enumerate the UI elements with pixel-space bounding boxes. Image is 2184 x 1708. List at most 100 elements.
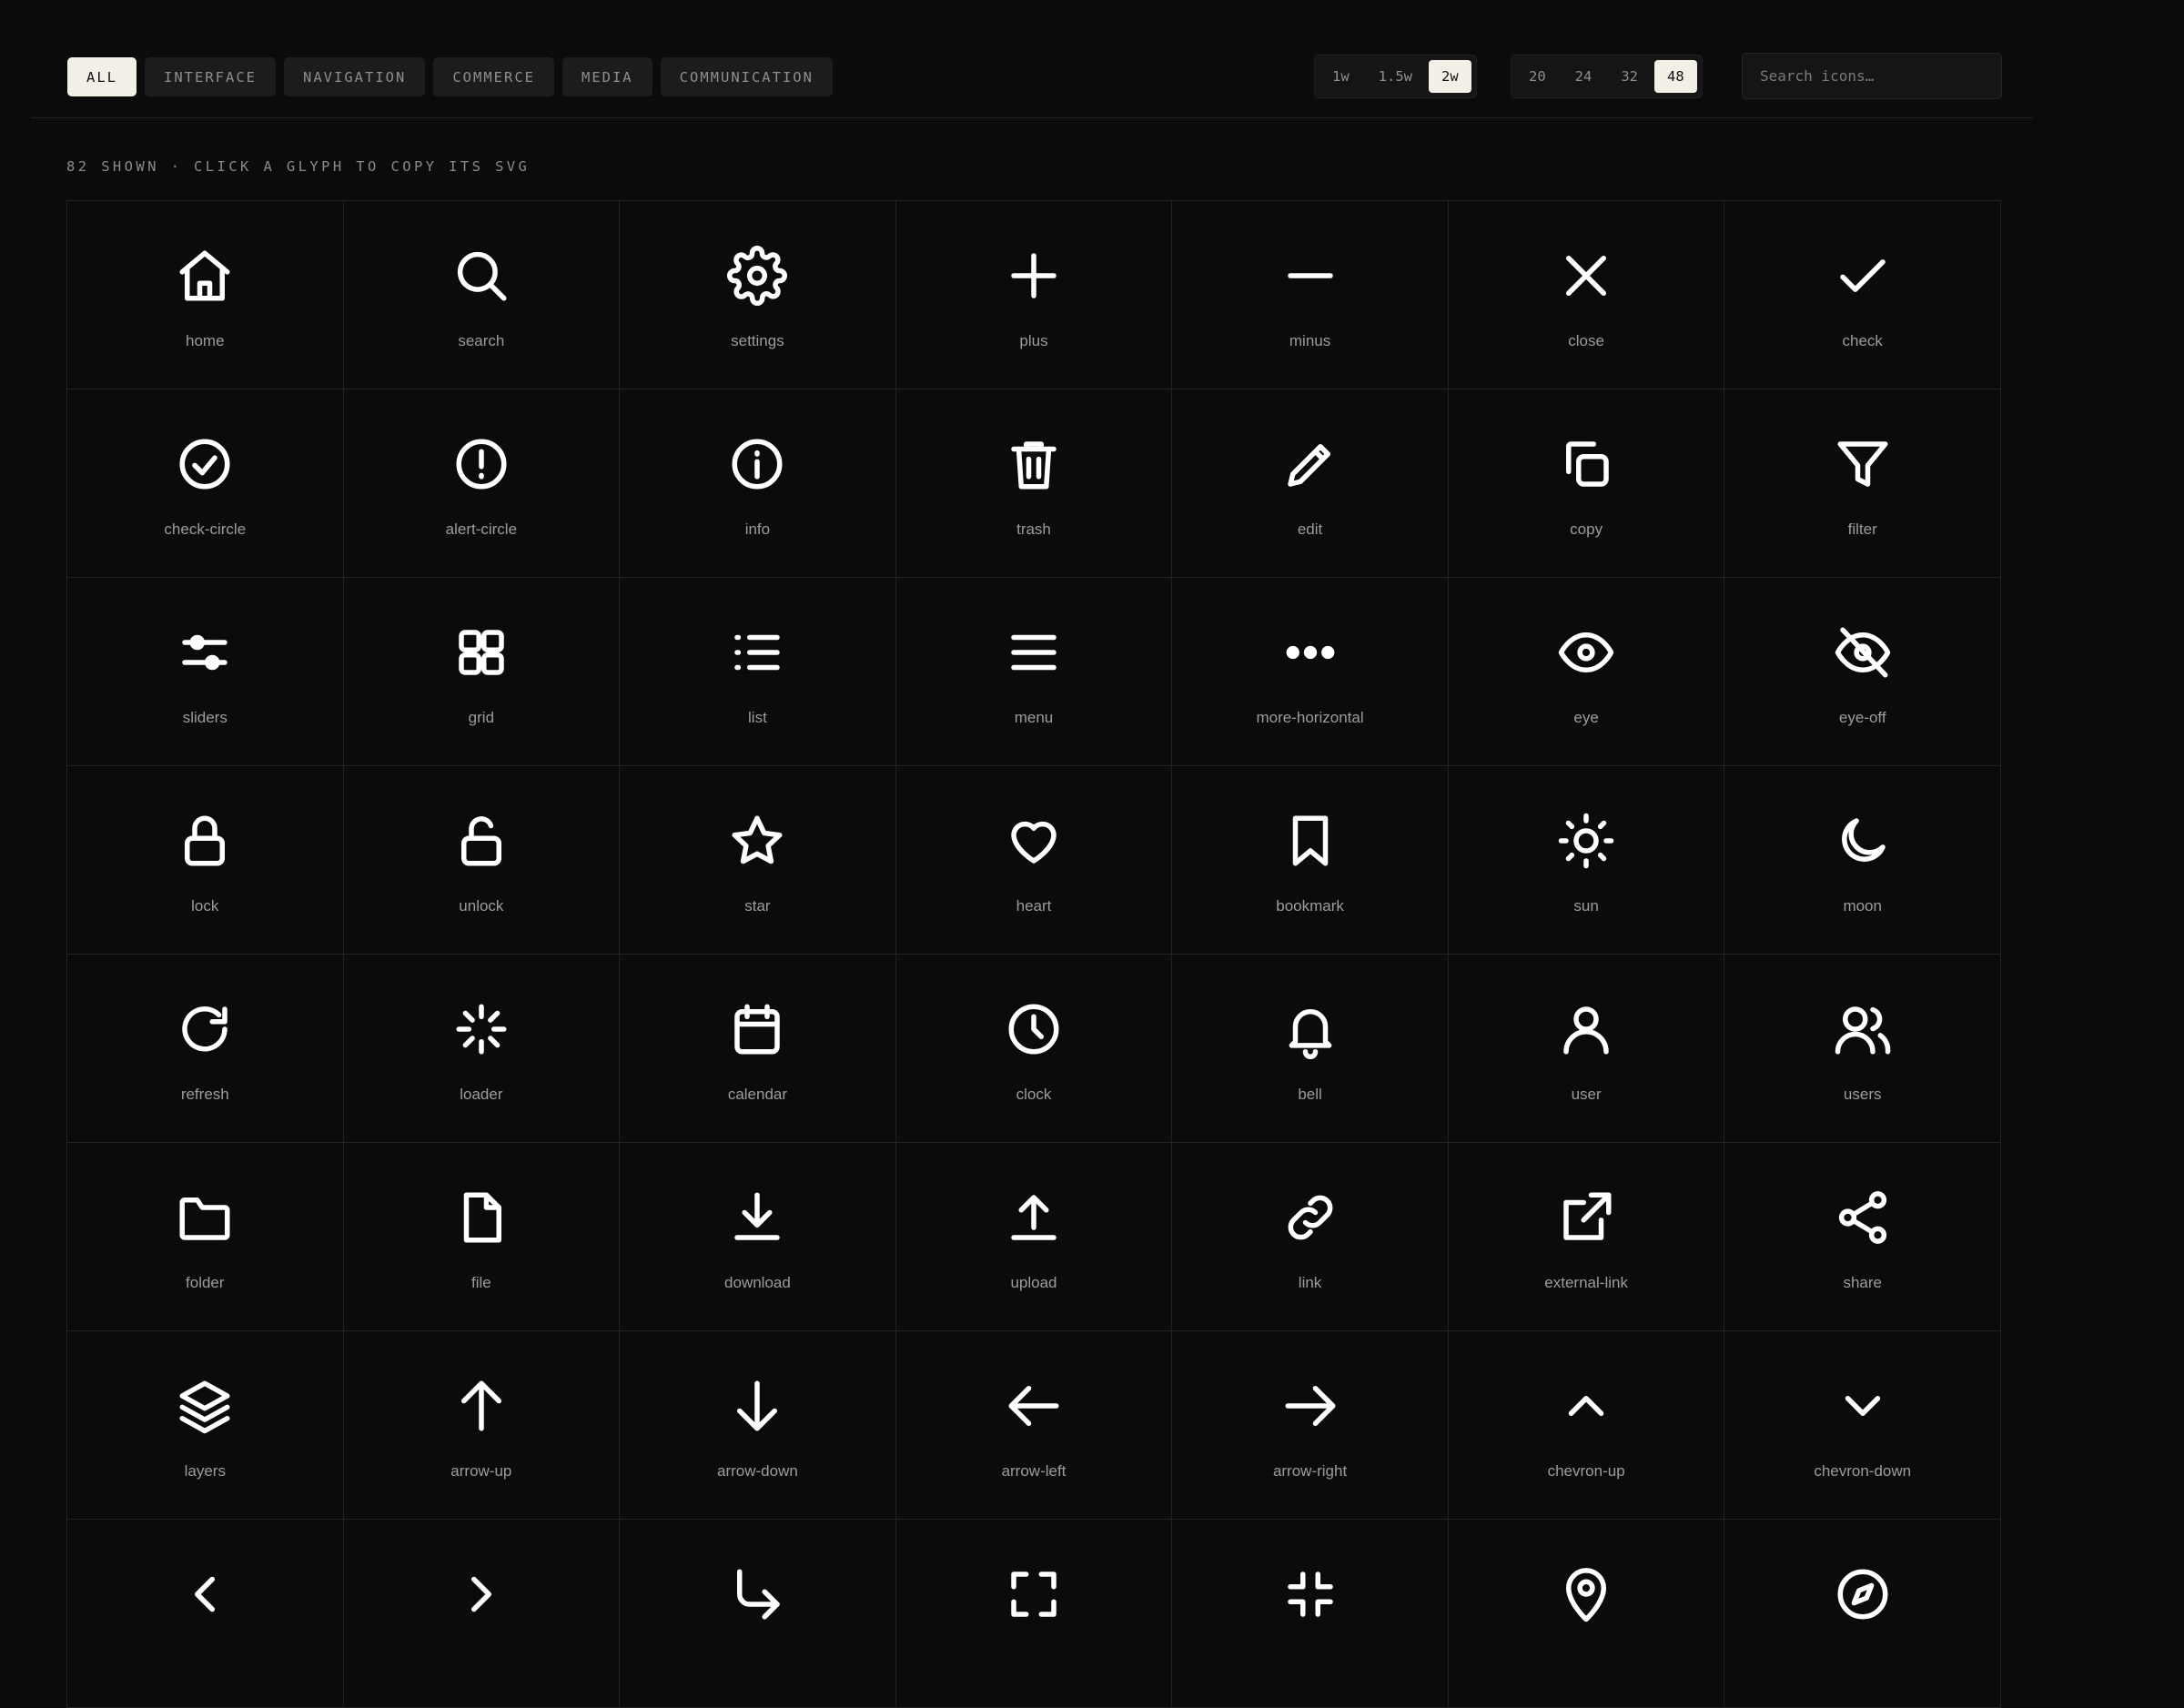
icon-tile-arrow-right[interactable]: arrow-right xyxy=(1172,1331,1449,1520)
icon-tile-sliders[interactable]: sliders xyxy=(67,578,344,766)
category-tab-navigation[interactable]: NAVIGATION xyxy=(284,57,426,96)
size-option-48[interactable]: 48 xyxy=(1654,60,1697,93)
icon-tile-eye-off[interactable]: eye-off xyxy=(1724,578,2001,766)
icon-tile-calendar[interactable]: calendar xyxy=(620,955,896,1143)
weight-option-2w[interactable]: 2w xyxy=(1429,60,1471,93)
icon-tile-edit[interactable]: edit xyxy=(1172,389,1449,578)
icon-tile-check-circle[interactable]: check-circle xyxy=(67,389,344,578)
icon-tile-share[interactable]: share xyxy=(1724,1143,2001,1331)
icon-label: file xyxy=(470,1274,491,1291)
icon-tile-alert-circle[interactable]: alert-circle xyxy=(343,389,621,578)
minimize-icon xyxy=(1287,1572,1333,1617)
category-tab-media[interactable]: MEDIA xyxy=(561,57,652,96)
icon-tile-layers[interactable]: layers xyxy=(67,1331,344,1520)
icon-label: settings xyxy=(731,332,784,349)
icon-tile-upload[interactable]: upload xyxy=(895,1143,1173,1331)
category-tab-commerce[interactable]: COMMERCE xyxy=(433,57,554,96)
icon-tile-eye[interactable]: eye xyxy=(1448,578,1725,766)
icon-tile-clock[interactable]: clock xyxy=(895,955,1173,1143)
icon-tile-home[interactable]: home xyxy=(67,201,344,389)
size-option-20[interactable]: 20 xyxy=(1516,60,1559,93)
icon-tile-chevron-left[interactable] xyxy=(67,1520,344,1708)
icon-tile-more-horizontal[interactable]: more-horizontal xyxy=(1172,578,1449,766)
category-tab-communication[interactable]: COMMUNICATION xyxy=(660,57,833,96)
icon-tile-unlock[interactable]: unlock xyxy=(343,766,621,955)
icon-tile-download[interactable]: download xyxy=(620,1143,896,1331)
size-option-32[interactable]: 32 xyxy=(1608,60,1651,93)
icon-label: moon xyxy=(1843,897,1882,915)
icon-label: layers xyxy=(184,1462,226,1480)
icon-label: eye-off xyxy=(1838,709,1886,726)
icon-label: arrow-down xyxy=(717,1462,798,1480)
icon-tile-trash[interactable]: trash xyxy=(895,389,1173,578)
icon-tile-corner-down-right[interactable] xyxy=(620,1520,896,1708)
icon-tile-menu[interactable]: menu xyxy=(895,578,1173,766)
icon-tile-chevron-down[interactable]: chevron-down xyxy=(1724,1331,2001,1520)
icon-tile-compass[interactable] xyxy=(1724,1520,2001,1708)
icon-tile-plus[interactable]: plus xyxy=(895,201,1173,389)
icon-tile-file[interactable]: file xyxy=(343,1143,621,1331)
size-option-24[interactable]: 24 xyxy=(1562,60,1605,93)
icon-label: filter xyxy=(1847,520,1877,538)
grid-icon xyxy=(459,630,504,675)
icon-tile-bookmark[interactable]: bookmark xyxy=(1172,766,1449,955)
icon-tile-maximize[interactable] xyxy=(895,1520,1173,1708)
icon-tile-copy[interactable]: copy xyxy=(1448,389,1725,578)
corner-down-right-icon xyxy=(737,1569,781,1620)
icon-tile-link[interactable]: link xyxy=(1172,1143,1449,1331)
icon-tile-list[interactable]: list xyxy=(620,578,896,766)
icon-tile-user[interactable]: user xyxy=(1448,955,1725,1143)
icon-tile-check[interactable]: check xyxy=(1724,201,2001,389)
icon-tile-heart[interactable]: heart xyxy=(895,766,1173,955)
icon-label: star xyxy=(744,897,771,915)
search-input[interactable] xyxy=(1742,53,2002,99)
icon-tile-moon[interactable]: moon xyxy=(1724,766,2001,955)
category-tab-interface[interactable]: INTERFACE xyxy=(145,57,276,96)
icon-tile-info[interactable]: info xyxy=(620,389,896,578)
icon-tile-lock[interactable]: lock xyxy=(67,766,344,955)
icon-tile-users[interactable]: users xyxy=(1724,955,2001,1143)
size-selector: 20 24 32 48 xyxy=(1511,55,1703,98)
icon-tile-chevron-right[interactable] xyxy=(343,1520,621,1708)
icon-tile-sun[interactable]: sun xyxy=(1448,766,1725,955)
icon-tile-settings[interactable]: settings xyxy=(620,201,896,389)
arrow-left-icon xyxy=(1008,1386,1059,1426)
icon-tile-close[interactable]: close xyxy=(1448,201,1725,389)
icon-tile-bell[interactable]: bell xyxy=(1172,955,1449,1143)
eye-off-icon xyxy=(1835,627,1890,678)
icon-tile-star[interactable]: star xyxy=(620,766,896,955)
icon-label: close xyxy=(1568,332,1604,349)
lock-icon xyxy=(185,815,226,866)
category-tabs: ALL INTERFACE NAVIGATION COMMERCE MEDIA COMMU… xyxy=(67,57,833,96)
icon-tile-arrow-left[interactable]: arrow-left xyxy=(895,1331,1173,1520)
menu-icon xyxy=(1011,634,1057,671)
icon-tile-folder[interactable]: folder xyxy=(67,1143,344,1331)
icon-tile-minus[interactable]: minus xyxy=(1172,201,1449,389)
share-icon xyxy=(1838,1191,1886,1244)
icon-tile-external-link[interactable]: external-link xyxy=(1448,1143,1725,1331)
icon-label: users xyxy=(1843,1086,1882,1103)
icon-tile-search[interactable]: search xyxy=(343,201,621,389)
icon-label: calendar xyxy=(727,1086,788,1103)
weight-option-1-5w[interactable]: 1.5w xyxy=(1366,60,1425,93)
icon-tile-minimize[interactable] xyxy=(1172,1520,1449,1708)
icon-tile-grid[interactable]: grid xyxy=(343,578,621,766)
icon-tile-map-pin[interactable] xyxy=(1448,1520,1725,1708)
icon-tile-refresh[interactable]: refresh xyxy=(67,955,344,1143)
icon-tile-loader[interactable]: loader xyxy=(343,955,621,1143)
icon-tile-chevron-up[interactable]: chevron-up xyxy=(1448,1331,1725,1520)
icon-label: share xyxy=(1843,1274,1882,1291)
stroke-weight-selector: 1w 1.5w 2w xyxy=(1314,55,1477,98)
icon-label: download xyxy=(724,1274,791,1291)
icon-label: refresh xyxy=(180,1086,229,1103)
icon-tile-filter[interactable]: filter xyxy=(1724,389,2001,578)
arrow-up-icon xyxy=(460,1380,501,1431)
category-tab-all[interactable]: ALL xyxy=(67,57,136,96)
search-icon xyxy=(457,251,507,301)
download-icon xyxy=(734,1192,781,1240)
weight-option-1w[interactable]: 1w xyxy=(1320,60,1362,93)
icon-tile-arrow-up[interactable]: arrow-up xyxy=(343,1331,621,1520)
moon-icon xyxy=(1841,818,1886,862)
heart-icon xyxy=(1011,821,1057,864)
icon-tile-arrow-down[interactable]: arrow-down xyxy=(620,1331,896,1520)
